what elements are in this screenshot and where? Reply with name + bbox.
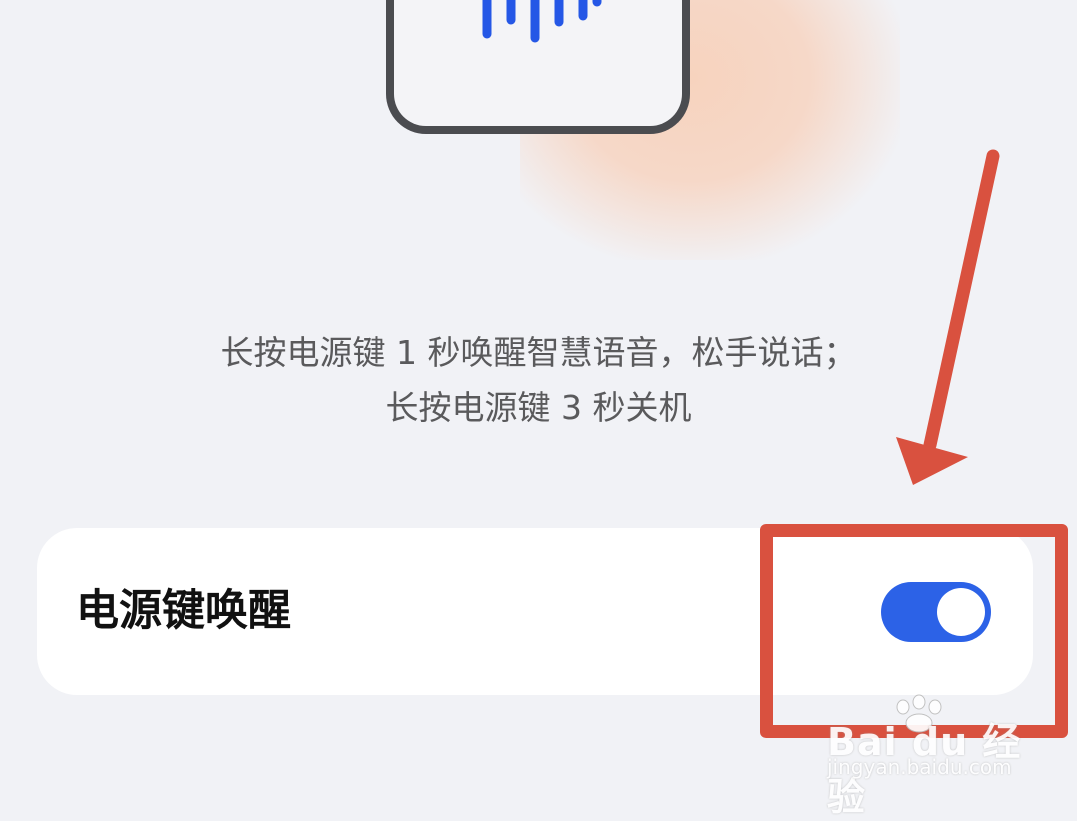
instruction-text-line-1: 长按电源键 1 秒唤醒智慧语音，松手说话； (220, 333, 857, 372)
paw-logo-icon (896, 694, 942, 733)
power-key-wake-toggle[interactable] (881, 582, 991, 642)
watermark-url: jingyan.baidu.com (827, 755, 1012, 779)
power-key-wake-setting-row[interactable]: 电源键唤醒 (37, 528, 1033, 695)
setting-label: 电源键唤醒 (76, 586, 291, 636)
voice-waveform-icon (482, 0, 602, 43)
instruction-text-line-2: 长按电源键 3 秒关机 (385, 388, 692, 427)
watermark-logo-text: Bai du 经验 (827, 720, 1022, 819)
phone-illustration (386, 0, 690, 134)
toggle-knob (937, 588, 985, 636)
baidu-jingyan-watermark: Bai du 经验 jingyan.baidu.com (827, 693, 1027, 819)
